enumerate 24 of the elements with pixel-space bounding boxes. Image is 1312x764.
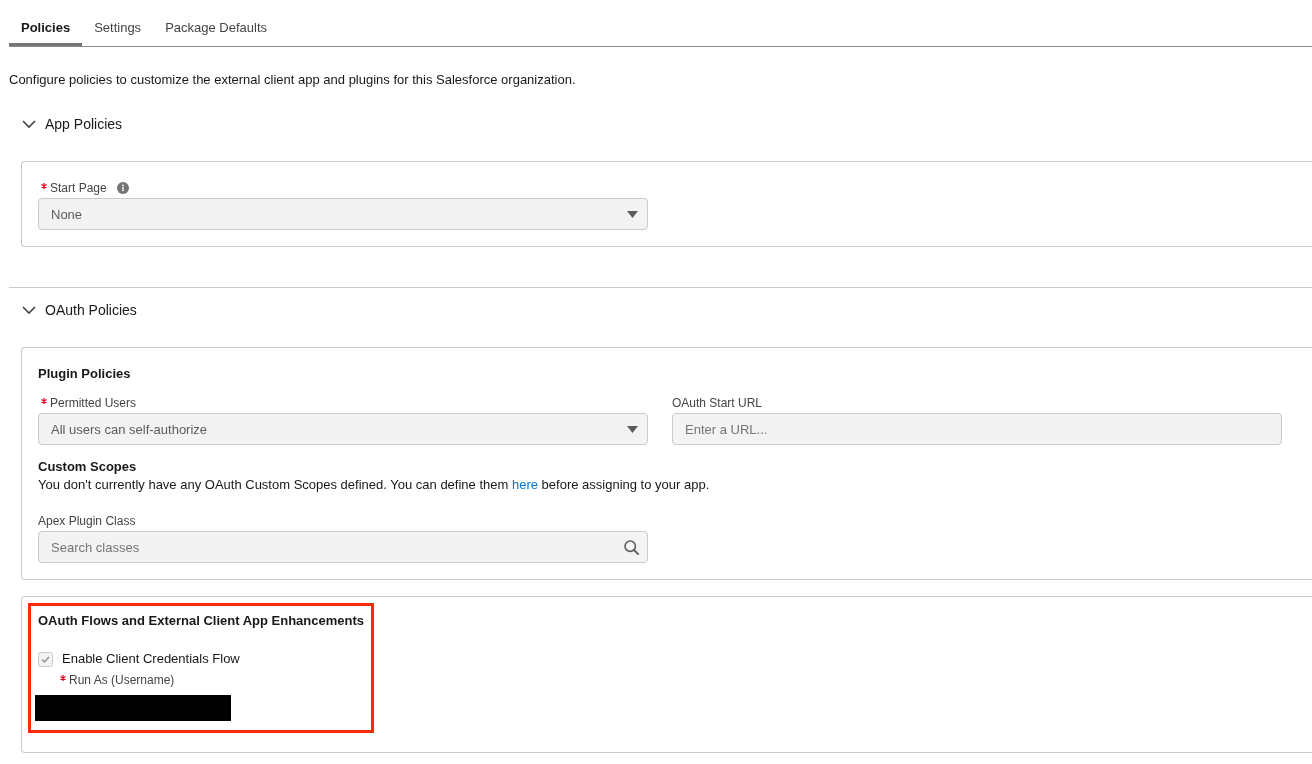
tab[interactable]: Package Defaults — [153, 8, 280, 46]
tab[interactable]: Settings — [82, 8, 154, 46]
field-label: Permitted Users — [50, 395, 137, 412]
info-icon[interactable] — [116, 182, 129, 194]
note-heading: Custom Scopes — [38, 458, 138, 476]
text-input-field[interactable]: Enter a URL... — [672, 413, 1282, 445]
here-link[interactable]: here — [511, 477, 538, 492]
section-toggle[interactable]: OAuth Policies — [9, 294, 137, 326]
section-toggle[interactable]: App Policies — [9, 108, 123, 140]
page-description: Configure policies to customize the external client app and plugins for this Salesforce organization. — [9, 71, 577, 89]
select-dropdown[interactable]: All users can self-authorize — [38, 413, 648, 445]
field-label: OAuth Start URL — [672, 395, 763, 412]
select-dropdown[interactable]: None — [38, 198, 648, 230]
field-label: Start Page — [50, 180, 107, 197]
search-field[interactable]: Search classes — [38, 531, 648, 563]
tab[interactable]: Policies — [9, 8, 83, 46]
checkbox-label: Enable Client Credentials Flow — [62, 650, 240, 668]
caret-down-icon — [627, 210, 638, 218]
note-text: You don't currently have any OAuth Custom Scopes defined. You can define them here before assigning to your app. — [38, 476, 711, 494]
card-title: OAuth Flows and External Client App Enhancements — [38, 612, 364, 630]
card-title: Plugin Policies — [38, 365, 132, 383]
field-label: Apex Plugin Class — [38, 513, 136, 530]
caret-down-icon — [627, 425, 638, 433]
field-label: Run As (Username) — [69, 672, 175, 689]
